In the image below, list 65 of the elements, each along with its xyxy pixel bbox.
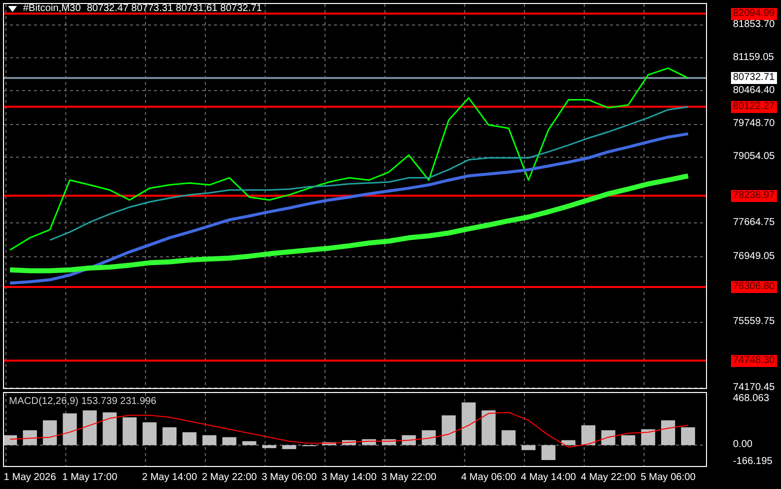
- price-axis-label: 80464.40: [733, 84, 775, 97]
- histogram-bar: [641, 429, 656, 446]
- histogram-bar: [262, 445, 276, 448]
- dropdown-triangle-icon[interactable]: [8, 6, 17, 12]
- histogram-bar: [122, 417, 137, 446]
- histogram-bar: [342, 440, 356, 446]
- macd-label: MACD(12,26,9) 153.739 231.996: [9, 396, 156, 407]
- histogram-bar: [142, 422, 157, 446]
- time-axis-label: 4 May 06:00: [461, 472, 516, 483]
- level-label: 76306.80: [731, 281, 777, 294]
- histogram-bar: [322, 442, 336, 446]
- histogram-bar: [462, 402, 476, 446]
- histogram-bar: [621, 435, 636, 446]
- level-label: 80122.27: [731, 100, 777, 113]
- time-axis-label: 4 May 14:00: [520, 472, 576, 483]
- level-label: 74748.30: [731, 354, 777, 367]
- time-axis-label: 3 May 06:00: [262, 472, 317, 483]
- histogram-bar: [522, 445, 536, 450]
- price-axis-label: 76949.05: [733, 250, 775, 263]
- level-label: 80732.71: [731, 72, 777, 84]
- price-axis-label: 79748.70: [733, 118, 775, 130]
- time-axis-label: 2 May 14:00: [142, 472, 198, 483]
- histogram-bar: [282, 445, 296, 450]
- macd-axis-label: 0.00: [733, 439, 752, 452]
- histogram-bar: [222, 437, 236, 446]
- level-label: 78238.97: [731, 190, 777, 202]
- time-axis-label: 1 May 17:00: [62, 472, 118, 483]
- time-axis-label: 1 May 2026: [4, 472, 56, 483]
- time-axis-label: 3 May 22:00: [381, 472, 436, 483]
- histogram-bar: [182, 432, 196, 446]
- histogram-bar: [202, 435, 216, 446]
- price-axis-label: 75559.75: [733, 316, 775, 328]
- histogram-bar: [82, 410, 97, 446]
- histogram-bar: [62, 413, 77, 446]
- histogram-bar: [42, 420, 57, 446]
- histogram-bar: [541, 445, 556, 460]
- macd-axis-label: -166.195: [733, 456, 772, 468]
- symbol-label: #Bitcoin,M30: [23, 3, 81, 14]
- histogram-bar: [402, 435, 416, 446]
- histogram-bar: [681, 427, 696, 446]
- histogram-bar: [581, 425, 596, 446]
- quote-values: 80732.47 80773.31 80731.61 80732.71: [86, 3, 262, 14]
- time-axis-label: 5 May 06:00: [640, 472, 696, 483]
- histogram-bar: [4, 435, 17, 446]
- histogram-bar: [482, 410, 496, 446]
- histogram-bar: [102, 412, 117, 446]
- histogram-bar: [162, 427, 177, 446]
- histogram-bar: [661, 420, 676, 446]
- price-axis-label: 77664.75: [733, 216, 775, 229]
- time-axis-label: 2 May 22:00: [202, 472, 257, 483]
- price-axis-label: 74170.45: [733, 382, 775, 394]
- histogram-bar: [601, 430, 616, 446]
- macd-axis-label: 468.063: [733, 392, 770, 405]
- level-label: 82094.99: [731, 8, 777, 20]
- histogram-bar: [242, 441, 256, 446]
- time-axis-label: 4 May 22:00: [580, 472, 636, 483]
- histogram-bar: [561, 440, 576, 446]
- price-axis-label: 79054.05: [733, 151, 775, 164]
- histogram-bar: [22, 430, 37, 446]
- histogram-bar: [442, 415, 456, 446]
- price-axis-label: 81159.05: [733, 52, 774, 64]
- histogram-bar: [502, 430, 516, 446]
- time-axis-label: 3 May 14:00: [322, 472, 377, 483]
- histogram-bar: [422, 430, 436, 446]
- price-axis-label: 81853.70: [733, 18, 775, 31]
